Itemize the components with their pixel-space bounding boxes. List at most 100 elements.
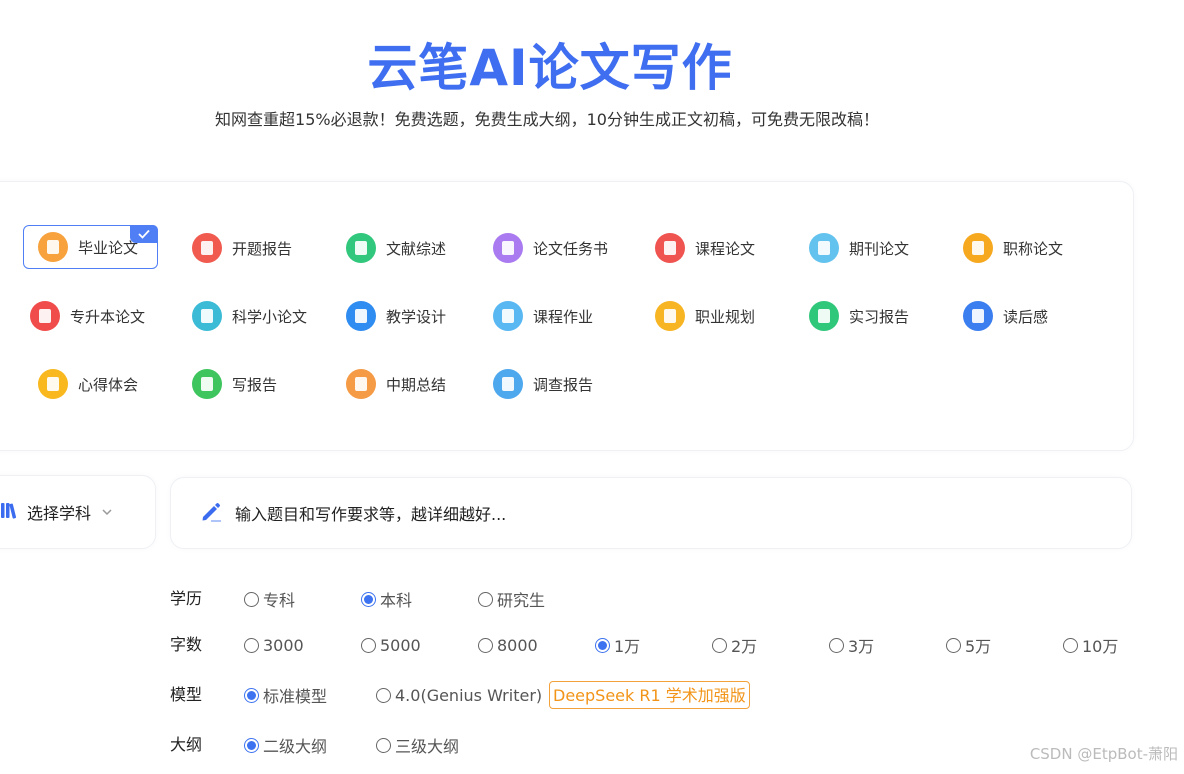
- document-glyph: [47, 240, 59, 254]
- paper-type-midterm-summary[interactable]: 中期总结: [346, 362, 446, 406]
- document-glyph: [39, 309, 51, 323]
- paper-type-icon: [346, 369, 376, 399]
- paper-type-icon: [30, 301, 60, 331]
- document-glyph: [818, 241, 830, 255]
- document-glyph: [201, 309, 213, 323]
- paper-type-label: 期刊论文: [849, 239, 910, 258]
- radio-icon: [376, 737, 391, 753]
- paper-type-label: 教学设计: [386, 307, 447, 326]
- paper-type-icon: [192, 369, 222, 399]
- deepseek-badge[interactable]: DeepSeek R1 学术加强版: [549, 681, 750, 709]
- document-glyph: [47, 377, 59, 391]
- paper-type-teaching-design[interactable]: 教学设计: [346, 294, 446, 338]
- paper-type-reading-reflection[interactable]: 读后感: [963, 294, 1048, 338]
- paper-type-label: 毕业论文: [78, 238, 139, 257]
- paper-type-write-report[interactable]: 写报告: [192, 362, 277, 406]
- paper-type-title-paper[interactable]: 职称论文: [963, 226, 1063, 270]
- words-option-100k[interactable]: 10万: [1063, 631, 1118, 659]
- paper-type-career-plan[interactable]: 职业规划: [655, 294, 755, 338]
- watermark: CSDN @EtpBot-萧阳: [1029, 745, 1178, 763]
- words-option-5000[interactable]: 5000: [361, 631, 421, 659]
- education-row: 学历 专科 本科 研究生: [0, 585, 1184, 613]
- paper-type-label: 职称论文: [1003, 239, 1064, 258]
- pencil-icon: [199, 499, 223, 527]
- model-option-standard[interactable]: 标准模型: [244, 681, 327, 709]
- education-option-graduate[interactable]: 研究生: [478, 585, 545, 613]
- radio-checked-icon: [595, 637, 610, 653]
- model-option-genius-writer[interactable]: 4.0(Genius Writer): [376, 681, 542, 709]
- document-glyph: [972, 241, 984, 255]
- paper-type-icon: [963, 233, 993, 263]
- paper-type-label: 论文任务书: [533, 239, 609, 258]
- words-option-10k[interactable]: 1万: [595, 631, 640, 659]
- paper-type-icon: [346, 301, 376, 331]
- paper-type-survey-report[interactable]: 调查报告: [493, 362, 593, 406]
- radio-icon: [712, 637, 727, 653]
- paper-type-label: 开题报告: [232, 239, 293, 258]
- words-option-30k[interactable]: 3万: [829, 631, 874, 659]
- paper-type-label: 实习报告: [849, 307, 910, 326]
- document-glyph: [664, 309, 676, 323]
- paper-type-icon: [192, 301, 222, 331]
- words-option-3000[interactable]: 3000: [244, 631, 304, 659]
- education-option-associate[interactable]: 专科: [244, 585, 295, 613]
- education-option-bachelor[interactable]: 本科: [361, 585, 412, 613]
- document-glyph: [972, 309, 984, 323]
- paper-type-course-homework[interactable]: 课程作业: [493, 294, 593, 338]
- paper-type-label: 课程论文: [695, 239, 756, 258]
- outline-option-level3[interactable]: 三级大纲: [376, 731, 459, 759]
- document-glyph: [502, 377, 514, 391]
- document-glyph: [818, 309, 830, 323]
- paper-type-label: 文献综述: [386, 239, 447, 258]
- paper-type-icon: [38, 369, 68, 399]
- paper-type-icon: [38, 232, 68, 262]
- model-label: 模型: [170, 685, 203, 704]
- subject-select[interactable]: 选择学科: [0, 475, 156, 549]
- paper-type-icon: [655, 233, 685, 263]
- document-glyph: [355, 241, 367, 255]
- radio-icon: [478, 591, 493, 607]
- paper-type-literature-review[interactable]: 文献综述: [346, 226, 446, 270]
- paper-type-label: 中期总结: [386, 375, 447, 394]
- paper-type-journal-paper[interactable]: 期刊论文: [809, 226, 909, 270]
- paper-type-icon: [346, 233, 376, 263]
- paper-type-icon: [655, 301, 685, 331]
- paper-type-experience-summary[interactable]: 心得体会: [38, 362, 138, 406]
- paper-type-internship-report[interactable]: 实习报告: [809, 294, 909, 338]
- words-option-20k[interactable]: 2万: [712, 631, 757, 659]
- paper-type-label: 读后感: [1003, 307, 1049, 326]
- radio-checked-icon: [361, 591, 376, 607]
- outline-label: 大纲: [170, 735, 203, 754]
- paper-type-upgrade-paper[interactable]: 专升本论文: [30, 294, 145, 338]
- paper-type-proposal-report[interactable]: 开题报告: [192, 226, 292, 270]
- outline-option-level2[interactable]: 二级大纲: [244, 731, 327, 759]
- paper-type-course-paper[interactable]: 课程论文: [655, 226, 755, 270]
- outline-row: 大纲 二级大纲 三级大纲: [0, 731, 1184, 759]
- paper-type-label: 调查报告: [533, 375, 594, 394]
- words-row: 字数 3000 5000 8000 1万 2万 3万 5万 10万: [0, 631, 1184, 659]
- words-option-8000[interactable]: 8000: [478, 631, 538, 659]
- topic-placeholder: 输入题目和写作要求等，越详细越好...: [235, 505, 507, 524]
- radio-icon: [1063, 637, 1078, 653]
- radio-icon: [244, 591, 259, 607]
- document-glyph: [201, 377, 213, 391]
- education-label: 学历: [170, 589, 203, 608]
- paper-type-thesis-task-book[interactable]: 论文任务书: [493, 226, 608, 270]
- books-icon: [0, 500, 19, 524]
- paper-type-label: 课程作业: [533, 307, 594, 326]
- topic-input[interactable]: 输入题目和写作要求等，越详细越好...: [170, 477, 1132, 549]
- paper-type-icon: [493, 369, 523, 399]
- paper-type-label: 职业规划: [695, 307, 756, 326]
- words-option-50k[interactable]: 5万: [946, 631, 991, 659]
- paper-type-science-mini-paper[interactable]: 科学小论文: [192, 294, 307, 338]
- radio-checked-icon: [244, 737, 259, 753]
- paper-type-icon: [192, 233, 222, 263]
- radio-icon: [946, 637, 961, 653]
- radio-icon: [244, 637, 259, 653]
- paper-type-graduation-thesis[interactable]: 毕业论文: [23, 225, 158, 269]
- paper-type-icon: [809, 301, 839, 331]
- document-glyph: [355, 377, 367, 391]
- paper-type-icon: [963, 301, 993, 331]
- paper-type-label: 写报告: [232, 375, 278, 394]
- document-glyph: [201, 241, 213, 255]
